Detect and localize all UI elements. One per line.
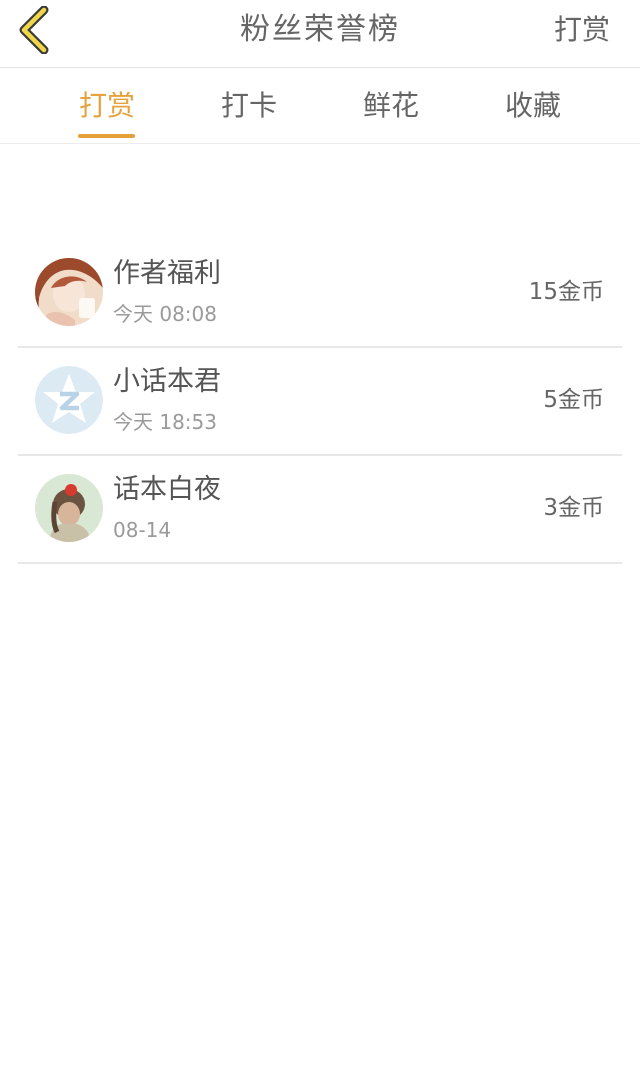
list-item[interactable]: 作者福利 今天 08:08 15金币 — [18, 240, 622, 348]
page-title: 粉丝荣誉榜 — [240, 12, 400, 47]
tab-checkin[interactable]: 打卡 — [204, 86, 294, 126]
reward-amount: 3金币 — [543, 495, 604, 521]
avatar — [35, 366, 103, 434]
fan-name: 作者福利 — [113, 258, 221, 289]
fan-name: 话本白夜 — [113, 474, 221, 505]
reward-time: 今天 08:08 — [113, 302, 217, 326]
avatar — [35, 474, 103, 542]
list-item[interactable]: 小话本君 今天 18:53 5金币 — [18, 348, 622, 456]
reward-amount: 15金币 — [528, 279, 604, 305]
reward-time: 08-14 — [113, 518, 172, 542]
active-tab-indicator — [78, 134, 135, 138]
fan-name: 小话本君 — [113, 366, 221, 397]
tab-reward[interactable]: 打赏 — [62, 86, 152, 126]
tab-bar: 打赏 打卡 鲜花 收藏 — [0, 68, 640, 144]
fan-honor-screen: 粉丝荣誉榜 打赏 打赏 打卡 鲜花 收藏 作者福利 今天 08:08 15金币 … — [0, 0, 640, 1085]
tab-favorites[interactable]: 收藏 — [488, 86, 578, 126]
reward-time: 今天 18:53 — [113, 410, 217, 434]
fan-list: 作者福利 今天 08:08 15金币 小话本君 今天 18:53 5金币 话本白… — [18, 240, 622, 564]
avatar — [35, 258, 103, 326]
reward-button[interactable]: 打赏 — [554, 10, 610, 50]
reward-amount: 5金币 — [543, 387, 604, 413]
header: 粉丝荣誉榜 打赏 — [0, 0, 640, 68]
list-item[interactable]: 话本白夜 08-14 3金币 — [18, 456, 622, 564]
tab-flowers[interactable]: 鲜花 — [346, 86, 436, 126]
